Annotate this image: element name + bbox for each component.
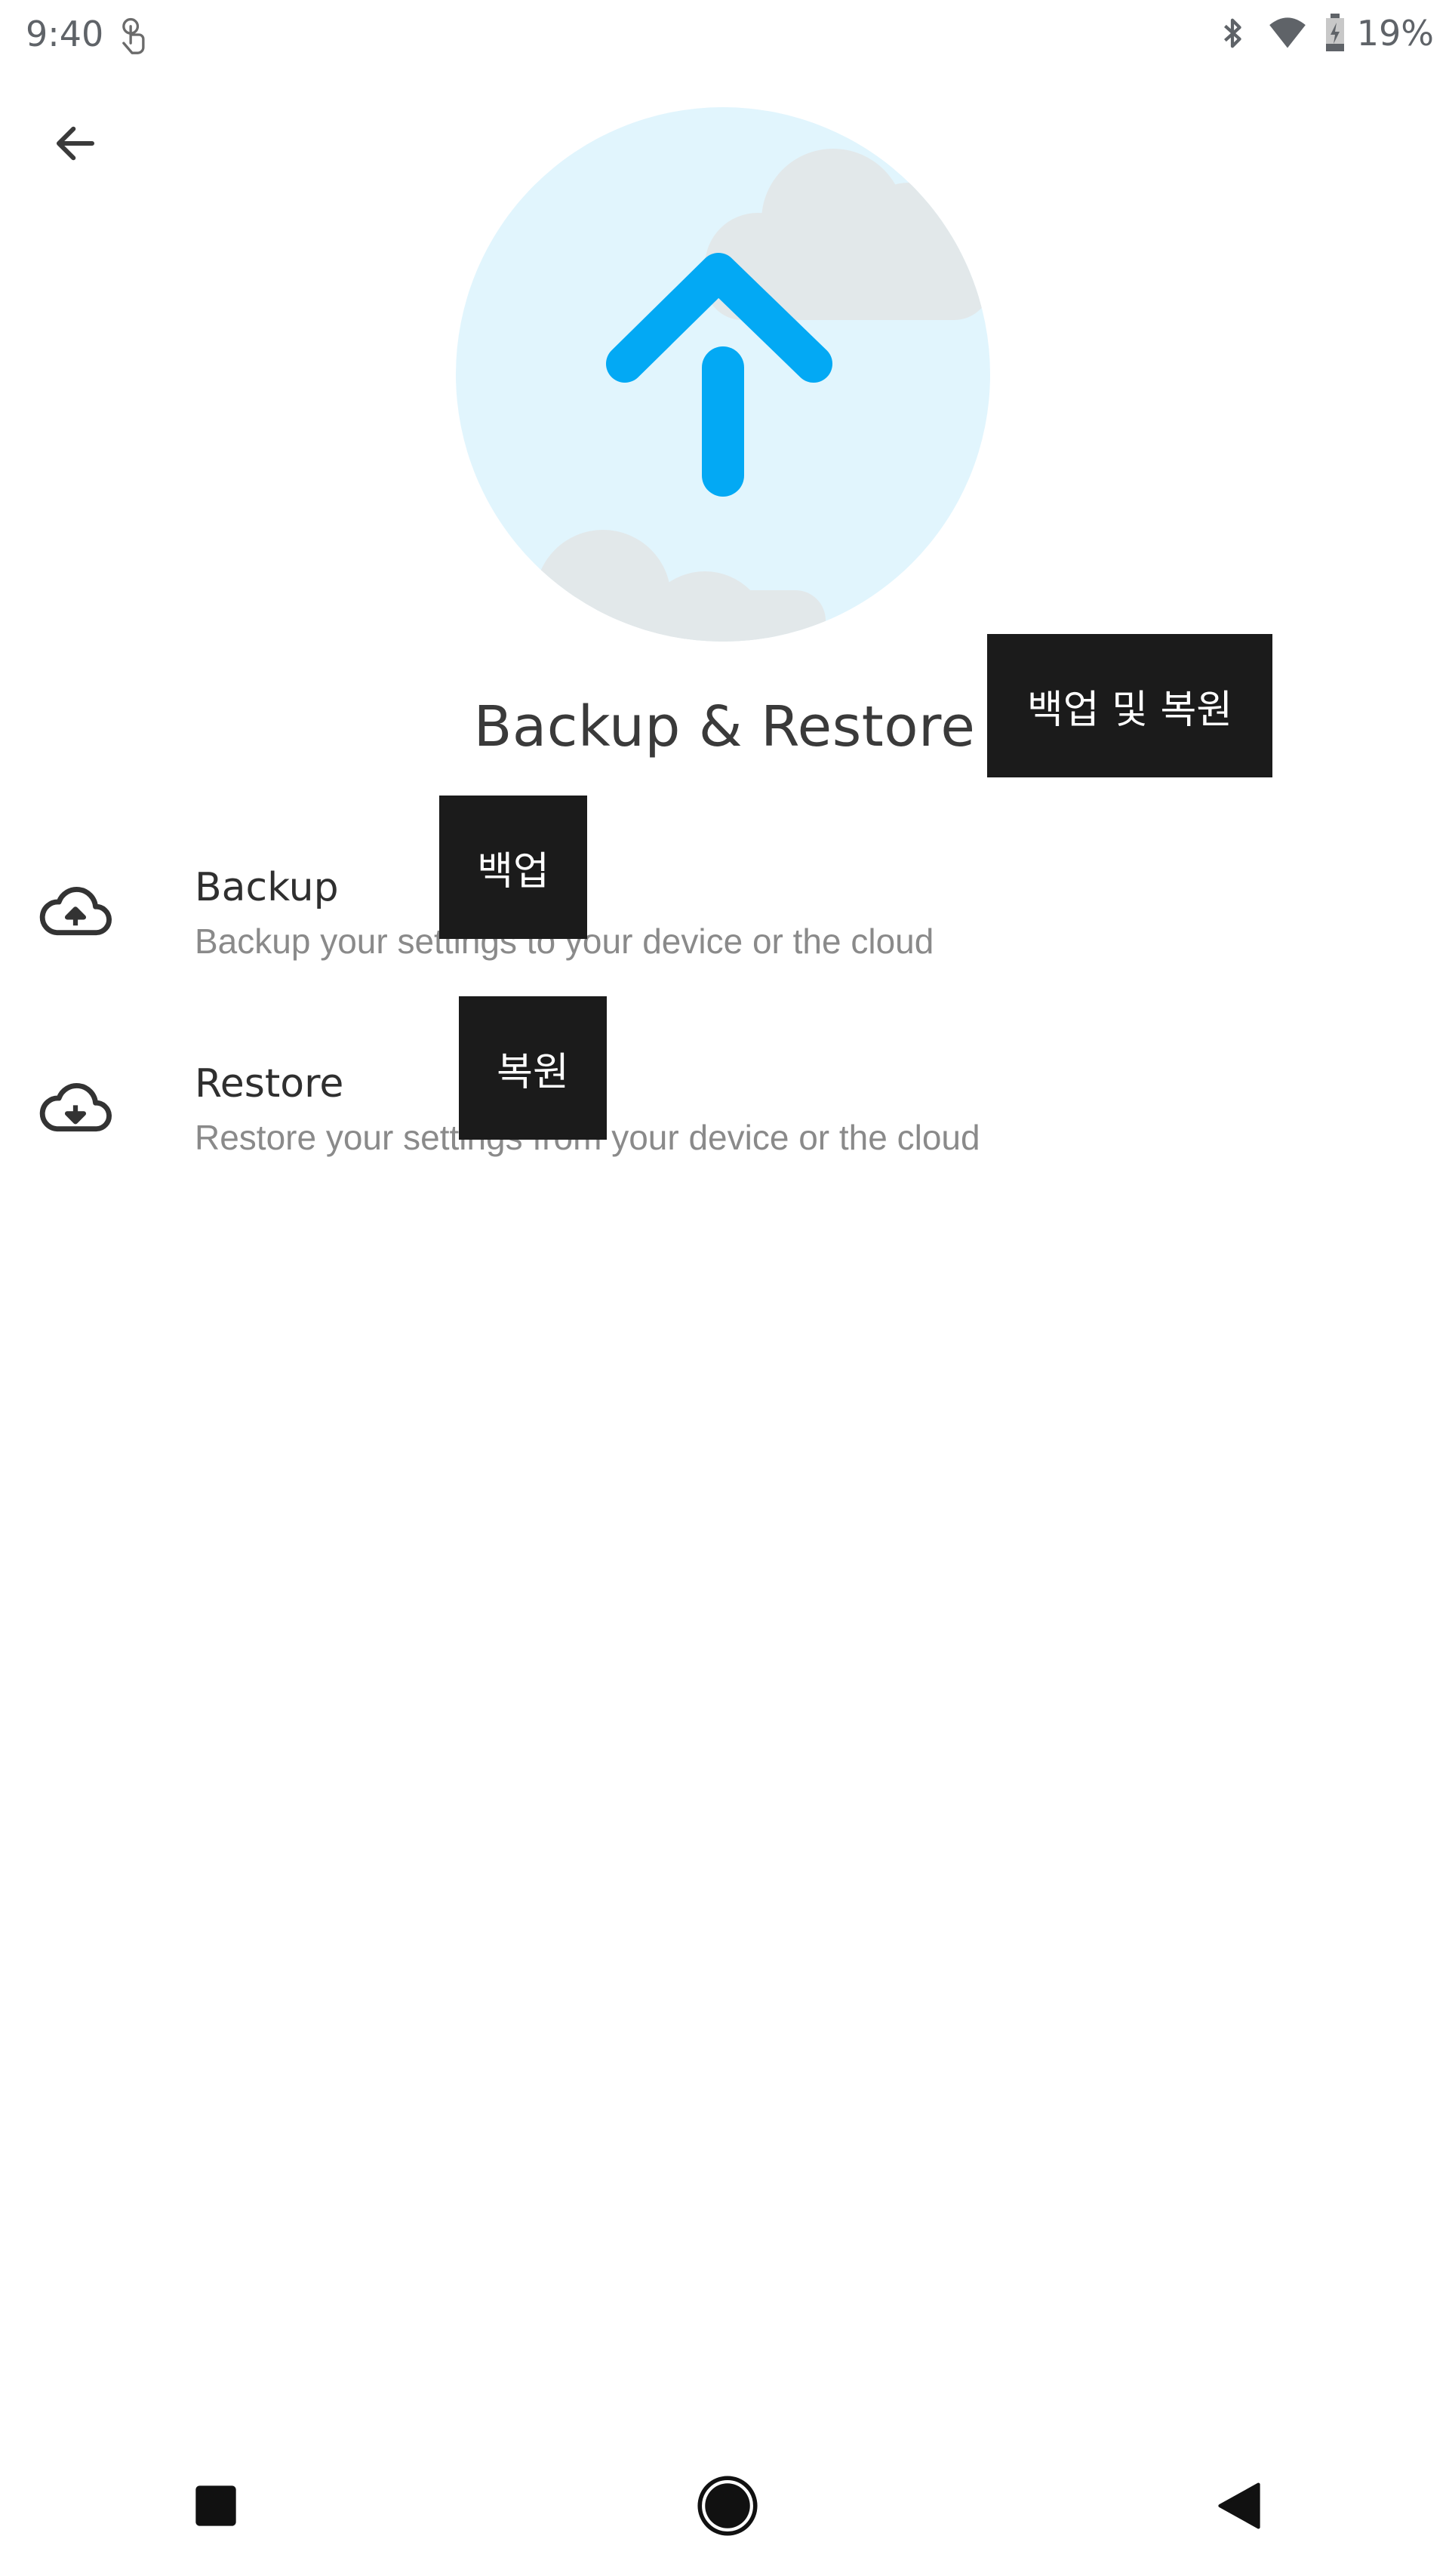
recents-icon	[195, 2485, 236, 2526]
home-button[interactable]	[675, 2453, 780, 2559]
annotation-backup: 백업	[439, 796, 587, 939]
back-nav-button[interactable]	[1186, 2453, 1292, 2559]
restore-title: Restore	[195, 1061, 344, 1106]
backup-title: Backup	[195, 865, 339, 910]
status-bar: 9:40 19%	[0, 0, 1449, 68]
cloud-upload-icon	[38, 883, 113, 943]
battery-percent: 19%	[1356, 13, 1434, 54]
arrow-back-icon	[56, 126, 95, 161]
annotation-title: 백업 및 복원	[987, 634, 1272, 777]
navigation-bar	[0, 2438, 1449, 2576]
bluetooth-icon	[1215, 14, 1250, 53]
home-icon	[697, 2476, 758, 2536]
battery-icon	[1324, 14, 1346, 53]
backup-item[interactable]: Backup Backup your settings to your devi…	[0, 823, 1449, 1004]
annotation-restore: 복원	[459, 996, 607, 1140]
hero-illustration	[456, 107, 990, 642]
upload-arrow-icon	[524, 149, 990, 642]
back-button[interactable]	[38, 106, 113, 181]
recents-button[interactable]	[163, 2453, 269, 2559]
cloud-download-icon	[38, 1079, 113, 1140]
restore-item[interactable]: Restore Restore your settings from your …	[0, 1019, 1449, 1200]
wifi-icon	[1266, 14, 1309, 53]
back-triangle-icon	[1218, 2482, 1260, 2529]
status-time: 9:40	[26, 14, 104, 54]
status-icons: 19%	[1215, 12, 1434, 54]
touch-icon	[115, 15, 149, 54]
